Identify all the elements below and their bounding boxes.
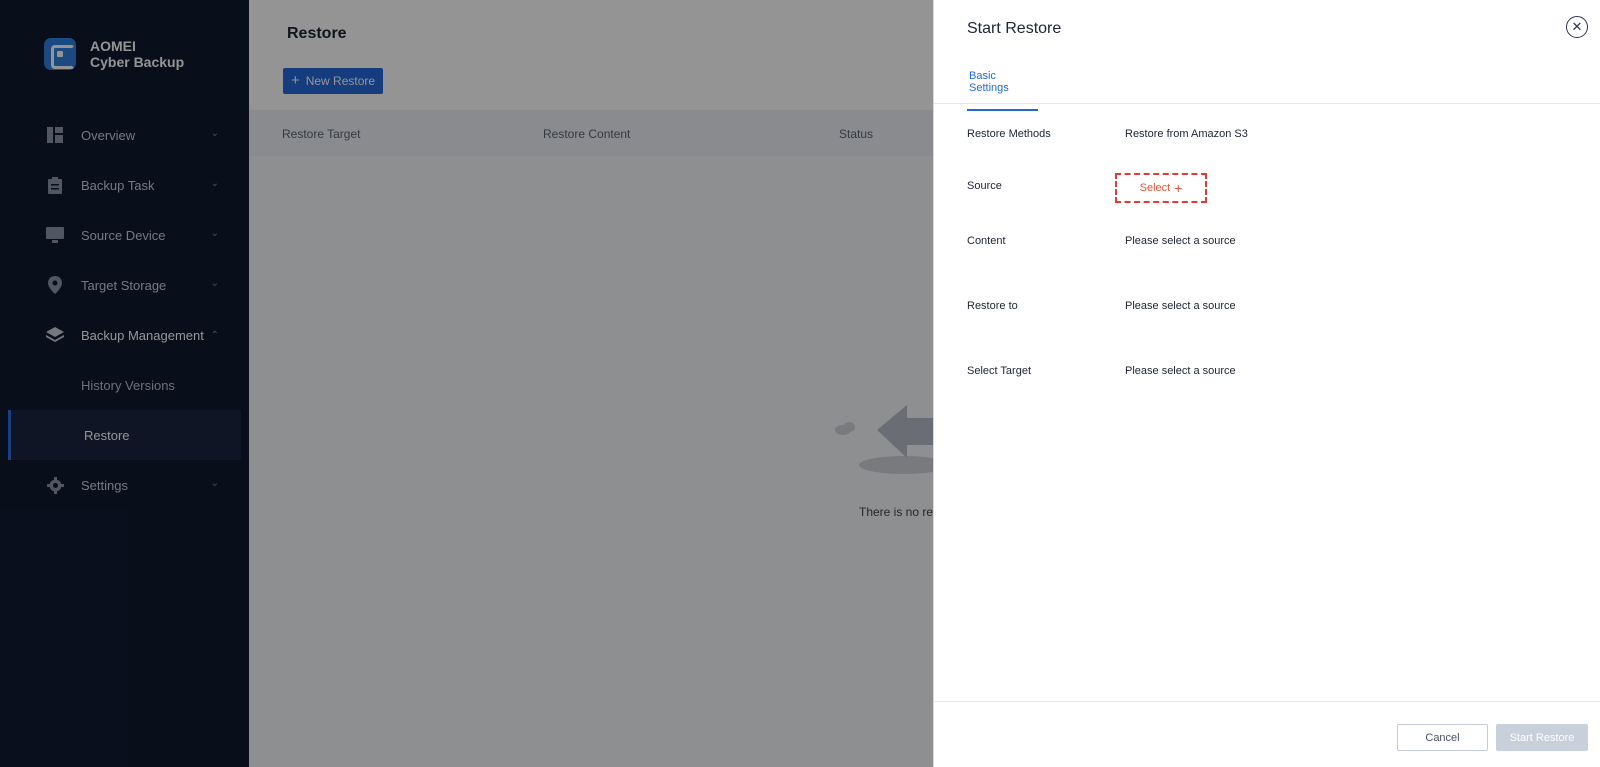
select-target-value: Please select a source xyxy=(1125,365,1236,377)
content-value: Please select a source xyxy=(1125,235,1236,247)
source-label: Source xyxy=(967,180,1002,192)
cancel-button[interactable]: Cancel xyxy=(1397,724,1488,751)
restore-to-label: Restore to xyxy=(967,300,1018,312)
content-label: Content xyxy=(967,235,1006,247)
drawer-tabs: Basic Settings xyxy=(934,58,1600,111)
restore-methods-label: Restore Methods xyxy=(967,128,1051,140)
source-select-button[interactable]: Select + xyxy=(1115,173,1207,203)
start-restore-button[interactable]: Start Restore xyxy=(1496,724,1588,751)
restore-to-value: Please select a source xyxy=(1125,300,1236,312)
close-icon[interactable]: ✕ xyxy=(1566,16,1588,38)
tab-basic-settings[interactable]: Basic Settings xyxy=(967,70,1038,111)
drawer-footer: Cancel Start Restore xyxy=(934,701,1600,767)
drawer-title: Start Restore xyxy=(967,20,1062,37)
restore-methods-value: Restore from Amazon S3 xyxy=(1125,128,1248,140)
plus-icon: + xyxy=(1174,180,1183,196)
start-restore-drawer: Start Restore ✕ Basic Settings Restore M… xyxy=(933,0,1600,767)
modal-overlay[interactable] xyxy=(0,0,933,767)
source-select-label: Select xyxy=(1139,182,1171,194)
select-target-label: Select Target xyxy=(967,365,1032,377)
